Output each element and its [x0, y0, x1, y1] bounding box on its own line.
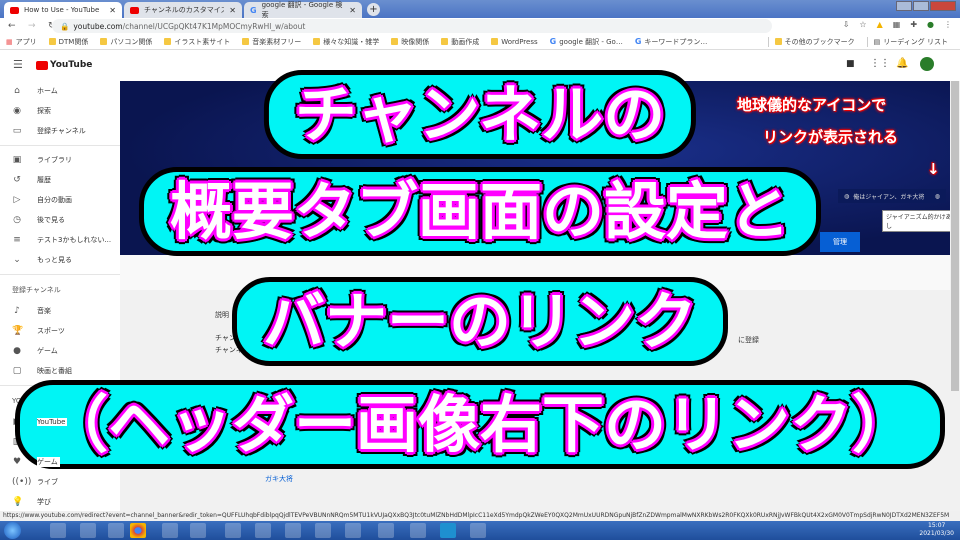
clock[interactable]: 15:07 2021/03/30 — [919, 522, 954, 538]
app-icon[interactable] — [410, 523, 426, 538]
film-icon[interactable] — [108, 523, 124, 538]
chrome-icon[interactable] — [130, 523, 146, 538]
app-icon[interactable] — [315, 523, 331, 538]
overlay-title-line: 概要タブ画面の設定と — [138, 167, 822, 257]
app-icon[interactable] — [470, 523, 486, 538]
app-icon[interactable] — [378, 523, 394, 538]
edge-icon[interactable] — [440, 523, 456, 538]
app-icon[interactable] — [80, 523, 96, 538]
overlay-title-line: チャンネルの — [263, 70, 697, 160]
taskbar: 15:07 2021/03/30 — [0, 521, 960, 540]
overlay-title-line: （ヘッダー画像右下のリンク） — [14, 380, 946, 470]
music-app-icon[interactable] — [162, 523, 178, 538]
app-icon[interactable] — [285, 523, 301, 538]
app-icon[interactable] — [255, 523, 271, 538]
app-icon[interactable] — [190, 523, 206, 538]
status-bar-url: https://www.youtube.com/redirect?event=c… — [0, 511, 960, 521]
overlay-title-line: バナーのリンク — [231, 277, 729, 367]
app-icon[interactable] — [225, 523, 241, 538]
app-icon[interactable] — [345, 523, 361, 538]
start-button[interactable] — [4, 522, 21, 539]
title-overlay: チャンネルの 概要タブ画面の設定と バナーのリンク （ヘッダー画像右下のリンク） — [0, 0, 960, 540]
explorer-icon[interactable] — [50, 523, 66, 538]
